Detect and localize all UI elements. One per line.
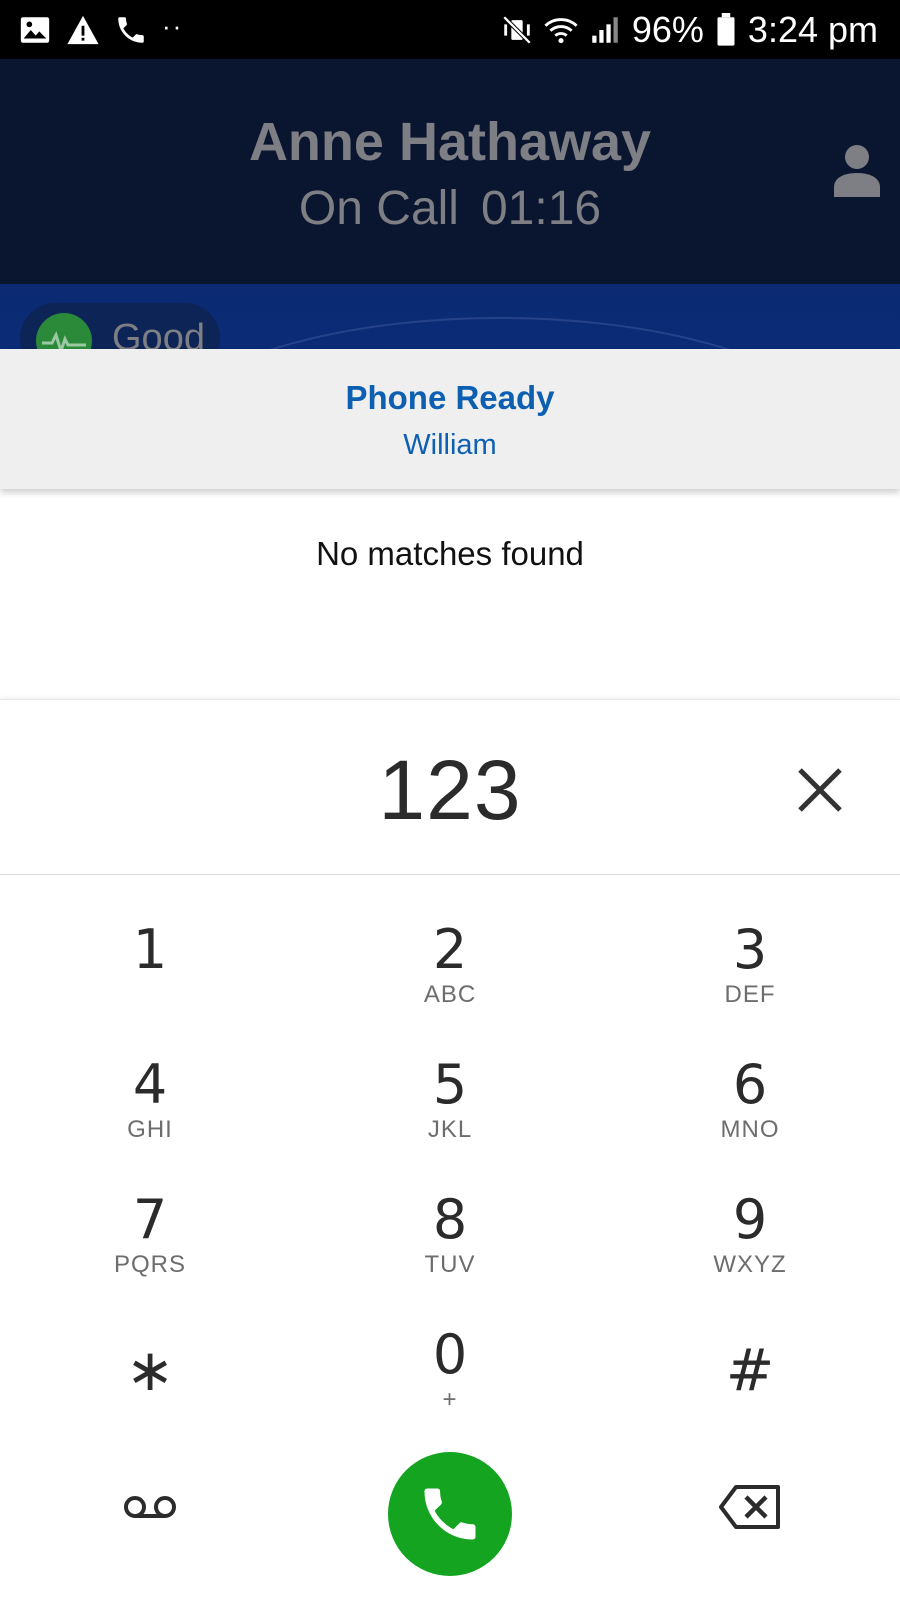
wifi-icon: [544, 13, 578, 47]
dial-display: 123: [0, 700, 900, 875]
voicemail-button[interactable]: [120, 1485, 180, 1529]
entered-number[interactable]: 123: [0, 742, 900, 839]
phone-ready-user: William: [403, 429, 497, 461]
phone-icon: [114, 13, 148, 47]
clear-number-button[interactable]: [790, 760, 850, 820]
call-button[interactable]: [388, 1452, 512, 1576]
key-3[interactable]: 3 DEF: [600, 920, 900, 1055]
phone-icon: [424, 1488, 476, 1540]
key-1[interactable]: 1: [0, 920, 300, 1055]
key-9[interactable]: 9 WXYZ: [600, 1190, 900, 1325]
status-bar: ·· 96% 3:24 pm: [0, 0, 900, 59]
close-icon: [798, 768, 842, 812]
clock: 3:24 pm: [747, 9, 878, 50]
caller-name: Anne Hathaway: [248, 112, 652, 172]
more-notifications-icon: ··: [162, 11, 184, 41]
phone-ready-title: Phone Ready: [345, 379, 555, 416]
phone-ready-banner: Phone Ready William: [0, 349, 900, 489]
key-0[interactable]: 0 +: [300, 1325, 600, 1460]
call-quality-label: Good: [112, 317, 205, 349]
call-quality-indicator[interactable]: Good: [20, 303, 220, 349]
battery-percent: 96%: [631, 9, 704, 50]
contact-person-icon[interactable]: [832, 141, 882, 197]
notification-icons: ··: [18, 12, 183, 48]
key-5[interactable]: 5 JKL: [300, 1055, 600, 1190]
active-call-header[interactable]: Anne Hathaway On Call 01:16 Good: [0, 59, 900, 349]
key-7[interactable]: 7 PQRS: [0, 1190, 300, 1325]
call-status-label: On Call: [298, 182, 459, 235]
dialpad: 123 1 2 ABC 3 DEF 4 GHI 5 JKL 6 MNO 7 PQRS 8 TU…: [0, 699, 900, 1600]
search-empty-message: No matches found: [316, 535, 584, 572]
key-2[interactable]: 2 ABC: [300, 920, 600, 1055]
call-duration: 01:16: [480, 182, 602, 235]
signal-icon: [588, 13, 622, 47]
key-hash[interactable]: #: [600, 1325, 900, 1460]
call-status: On Call 01:16: [0, 181, 900, 236]
vibrate-mute-icon: [500, 13, 534, 47]
key-star[interactable]: ∗: [0, 1325, 300, 1460]
battery-icon: [714, 13, 738, 47]
backspace-button[interactable]: [718, 1483, 782, 1531]
warning-icon: [66, 13, 100, 47]
system-indicators: 96% 3:24 pm: [500, 8, 878, 52]
voicemail-icon: [124, 1496, 176, 1518]
call-quality-icon: [36, 313, 92, 349]
key-6[interactable]: 6 MNO: [600, 1055, 900, 1190]
image-icon: [18, 13, 52, 47]
backspace-icon: [719, 1485, 780, 1529]
key-4[interactable]: 4 GHI: [0, 1055, 300, 1190]
key-8[interactable]: 8 TUV: [300, 1190, 600, 1325]
